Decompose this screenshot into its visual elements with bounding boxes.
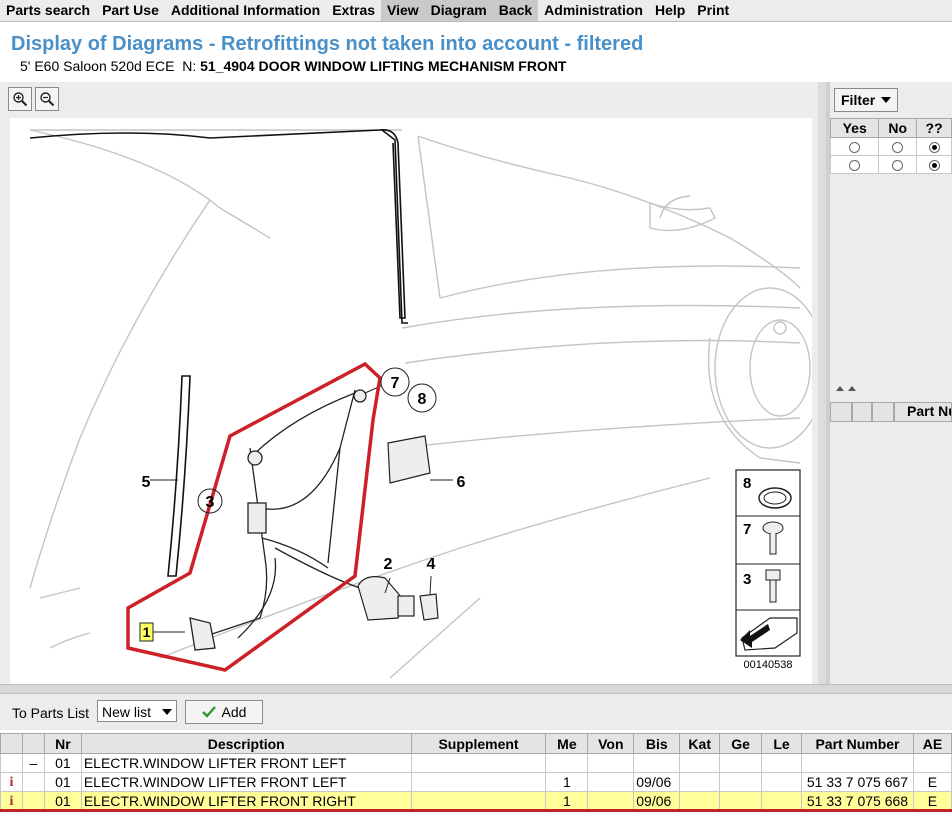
col-le[interactable]: Le	[761, 733, 802, 754]
callout-3[interactable]: 3	[197, 488, 223, 514]
table-row[interactable]: i 01 ELECTR.WINDOW LIFTER FRONT LEFT 1 0…	[0, 772, 952, 792]
collapse-arrows-icon[interactable]	[836, 386, 860, 392]
filter-col-unknown: ??	[916, 118, 952, 138]
horizontal-splitter[interactable]	[0, 684, 952, 694]
zoom-in-icon	[13, 92, 28, 107]
filter-radio-unknown[interactable]	[928, 142, 940, 154]
filter-panel: Filter Yes No ??	[829, 82, 952, 382]
diagram-name: 51_4904 DOOR WINDOW LIFTING MECHANISM FR…	[200, 58, 567, 74]
filter-button[interactable]: Filter	[834, 88, 899, 112]
page-subtitle: 5' E60 Saloon 520d ECE N: 51_4904 DOOR W…	[20, 58, 566, 74]
separate-parts	[357, 435, 439, 621]
parts-list-select-value: New list	[102, 704, 152, 720]
menu-extras[interactable]: Extras	[326, 0, 381, 21]
col-me[interactable]: Me	[545, 733, 589, 754]
callout-6[interactable]: 6	[457, 474, 466, 491]
selection-underline	[0, 809, 952, 812]
parts-list-select[interactable]: New list	[97, 700, 177, 722]
filter-table: Yes No ??	[829, 118, 952, 174]
callout-2[interactable]: 2	[384, 556, 393, 573]
zoom-out-button[interactable]	[35, 87, 59, 111]
filter-radio-no[interactable]	[892, 142, 904, 154]
callout-8[interactable]: 8	[407, 383, 437, 413]
menu-parts-search[interactable]: Parts search	[0, 0, 96, 21]
add-label: Add	[221, 704, 247, 720]
callout-5[interactable]: 5	[142, 474, 151, 491]
chevron-down-icon	[162, 709, 172, 715]
menu-additional-information[interactable]: Additional Information	[165, 0, 326, 21]
diagram-panel: 1 2 3 4 5 6 7 8 8 7 3 00140538	[0, 82, 826, 684]
callout-1-label: 1	[143, 624, 151, 640]
diagram-scrollbar[interactable]	[818, 82, 826, 684]
legend-8: 8	[743, 475, 751, 492]
window-lifter-mechanism	[189, 389, 367, 651]
filter-label: Filter	[841, 92, 876, 108]
col-supplement[interactable]: Supplement	[410, 733, 547, 754]
menu-administration[interactable]: Administration	[538, 0, 649, 21]
table-row-selected[interactable]: i 01 ELECTR.WINDOW LIFTER FRONT RIGHT 1 …	[0, 791, 952, 811]
col-kat[interactable]: Kat	[679, 733, 721, 754]
add-button[interactable]: Add	[185, 700, 263, 724]
col-ge[interactable]: Ge	[719, 733, 763, 754]
leader-lines	[150, 384, 453, 633]
menu-back[interactable]: Back	[492, 0, 539, 21]
menu-help[interactable]: Help	[649, 0, 691, 21]
filter-radio-yes[interactable]	[849, 160, 861, 172]
callout-3-label: 3	[206, 494, 215, 511]
to-parts-list-label: To Parts List	[12, 705, 90, 721]
filter-col-no: No	[878, 118, 918, 138]
table-header-row: Nr Description Supplement Me Von Bis Kat…	[0, 733, 952, 754]
parts-legend: 8 7 3 00140538	[735, 469, 801, 671]
part-number-header: Part Nu	[830, 402, 952, 422]
parts-list-toolbar: To Parts List New list Add	[0, 694, 952, 730]
parts-table: Nr Description Supplement Me Von Bis Kat…	[0, 733, 952, 811]
col-description[interactable]: Description	[80, 733, 412, 754]
table-group-row[interactable]: – 01 ELECTR.WINDOW LIFTER FRONT LEFT	[0, 753, 952, 773]
collapse-toggle[interactable]: –	[21, 753, 45, 773]
filter-radio-unknown[interactable]	[928, 160, 940, 172]
legend-7: 7	[743, 521, 751, 538]
chevron-down-icon	[881, 97, 892, 103]
door-diagram: 1 2 3 4 5 6 7 8 8 7 3 00140538	[29, 128, 812, 679]
menu-print[interactable]: Print	[691, 0, 735, 21]
info-icon[interactable]: i	[10, 775, 14, 790]
image-number: 00140538	[744, 659, 793, 671]
filter-col-yes: Yes	[829, 118, 880, 138]
legend-3: 3	[743, 571, 751, 588]
zoom-out-icon	[40, 92, 55, 107]
filter-radio-no[interactable]	[892, 160, 904, 172]
menu-diagram[interactable]: Diagram	[424, 0, 493, 21]
callout-8-label: 8	[418, 391, 427, 408]
checkmark-icon	[201, 706, 216, 718]
n-label: N:	[182, 58, 197, 74]
menu-bar: Parts search Part Use Additional Informa…	[0, 0, 952, 22]
col-bis[interactable]: Bis	[633, 733, 681, 754]
part-number-panel: Part Nu	[830, 382, 952, 684]
col-ae[interactable]: AE	[912, 733, 952, 754]
callout-1[interactable]: 1	[139, 622, 154, 642]
filter-radio-yes[interactable]	[849, 142, 861, 154]
col-von[interactable]: Von	[587, 733, 635, 754]
diagram-canvas[interactable]: 1 2 3 4 5 6 7 8 8 7 3 00140538	[10, 118, 812, 684]
menu-part-use[interactable]: Part Use	[96, 0, 165, 21]
callout-4[interactable]: 4	[427, 556, 436, 573]
part-number-column: Part Nu	[894, 402, 952, 422]
callout-7-label: 7	[391, 375, 400, 392]
page-title: Display of Diagrams - Retrofittings not …	[11, 33, 644, 55]
col-part-number[interactable]: Part Number	[800, 733, 914, 754]
zoom-in-button[interactable]	[8, 87, 32, 111]
col-nr[interactable]: Nr	[43, 733, 82, 754]
info-icon[interactable]: i	[10, 794, 14, 809]
callout-7[interactable]: 7	[380, 367, 410, 397]
vehicle-label: 5' E60 Saloon 520d ECE	[20, 58, 175, 74]
menu-view[interactable]: View	[381, 0, 425, 21]
